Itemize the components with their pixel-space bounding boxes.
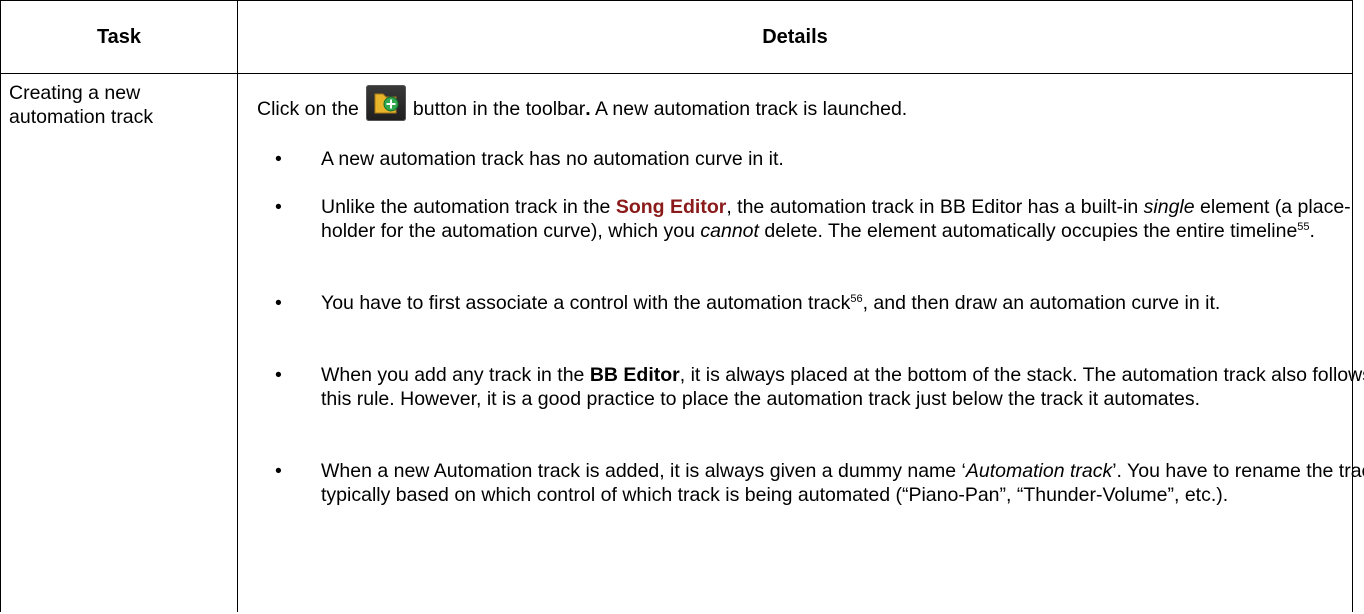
bullet-icon: •	[275, 364, 282, 386]
intro-after-icon: button in the toolbar	[412, 98, 586, 120]
details-cell: Click on the button in the toolbar. A ne…	[257, 85, 1364, 506]
bullet-icon: •	[275, 148, 282, 170]
list-item: • A new automation track has no automati…	[257, 147, 1364, 171]
bullet-icon: •	[275, 196, 282, 218]
task-cell: Creating a new automation track	[9, 82, 154, 128]
bullet-1-text: A new automation track has no automation…	[321, 148, 784, 170]
bullet-2-em2: cannot	[700, 220, 759, 242]
list-item: • Unlike the automation track in the Son…	[257, 195, 1364, 243]
header-row: Task Details	[1, 1, 1352, 74]
bullet-5-em: Automation track	[965, 460, 1113, 482]
document-table: Task Details Creating a new automation t…	[0, 0, 1364, 612]
header-details: Details	[762, 25, 828, 48]
intro-before-icon: Click on the	[257, 98, 359, 120]
bullet-4-t1: When you add any track in the	[321, 364, 590, 386]
bb-editor-label: BB Editor	[589, 364, 680, 386]
bullet-2-em1: single	[1143, 196, 1195, 218]
bullet-3-t1: You have to first associate a control wi…	[321, 292, 851, 314]
bullet-2-t5: .	[1309, 220, 1315, 242]
list-item: • You have to first associate a control …	[257, 291, 1364, 315]
bullet-5-t1: When a new Automation track is added, it…	[321, 460, 966, 482]
bullet-icon: •	[275, 292, 282, 314]
bullet-2-t4: delete. The element automatically occupi…	[758, 220, 1298, 242]
bullet-icon: •	[275, 460, 282, 482]
new-automation-track-icon	[365, 85, 406, 121]
footnote-56[interactable]: 56	[850, 293, 862, 305]
intro-line: Click on the button in the toolbar. A ne…	[257, 85, 1337, 131]
list-item: • When you add any track in the BB Edito…	[257, 363, 1364, 411]
list-item: • When a new Automation track is added, …	[257, 459, 1364, 507]
header-task: Task	[96, 25, 142, 48]
column-divider	[237, 1, 238, 612]
bullet-2-t1: Unlike the automation track in the	[321, 196, 616, 218]
bullet-2-t2: , the automation track in BB Editor has …	[726, 196, 1144, 218]
song-editor-link[interactable]: Song Editor	[616, 196, 727, 218]
intro-tail: A new automation track is launched.	[590, 98, 908, 120]
bullet-3-t2: , and then draw an automation curve in i…	[862, 292, 1221, 314]
footnote-55[interactable]: 55	[1297, 221, 1309, 233]
